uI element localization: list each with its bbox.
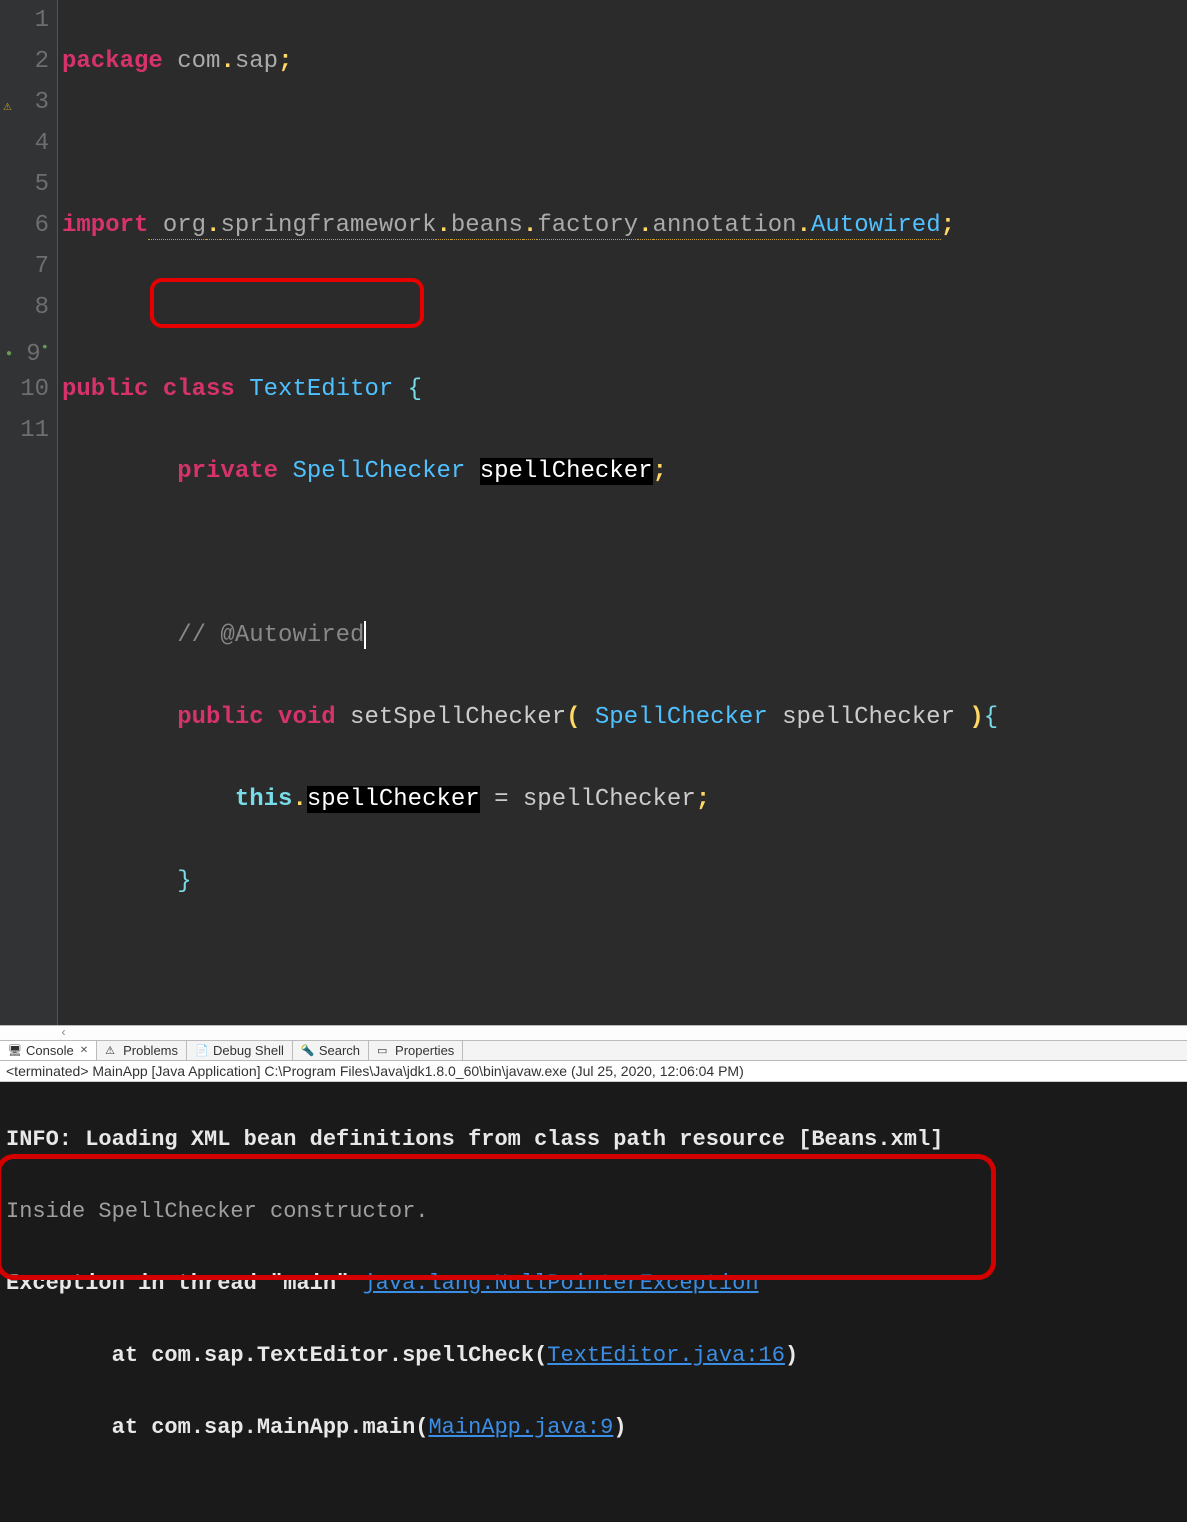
code-line[interactable] — [62, 123, 1187, 164]
code-line[interactable]: import org.springframework.beans.factory… — [62, 205, 1187, 246]
tab-debug-shell[interactable]: 📄 Debug Shell — [187, 1041, 293, 1060]
stacktrace-link[interactable]: MainApp.java:9 — [428, 1415, 613, 1440]
line-number: 1 — [0, 0, 49, 41]
gutter: 1 2 ⚠3 4 5 6 7 8 ●9• 10 11 — [0, 0, 58, 1025]
code-line[interactable]: public void setSpellChecker( SpellChecke… — [62, 697, 1187, 738]
line-number: 7 — [0, 246, 49, 287]
code-line[interactable]: } — [62, 861, 1187, 902]
code-editor[interactable]: 1 2 ⚠3 4 5 6 7 8 ●9• 10 11 package com.s… — [0, 0, 1187, 1025]
console-icon: 🖥 — [8, 1044, 22, 1058]
line-number: ●9• — [0, 328, 49, 369]
console-line: Exception in thread "main" java.lang.Nul… — [6, 1266, 1181, 1302]
code-line[interactable]: package com.sap; — [62, 41, 1187, 82]
line-number: 10 — [0, 369, 49, 410]
console-output[interactable]: INFO: Loading XML bean definitions from … — [0, 1082, 1187, 1522]
problems-icon: ⚠ — [105, 1044, 119, 1058]
console-line: INFO: Loading XML bean definitions from … — [6, 1122, 1181, 1158]
warning-icon: ⚠ — [2, 88, 12, 98]
tab-problems[interactable]: ⚠ Problems — [97, 1041, 187, 1060]
properties-icon: ▭ — [377, 1044, 391, 1058]
console-line: at com.sap.TextEditor.spellCheck(TextEdi… — [6, 1338, 1181, 1374]
console-line: at com.sap.MainApp.main(MainApp.java:9) — [6, 1410, 1181, 1446]
line-number: 8 — [0, 287, 49, 328]
tab-label: Search — [319, 1043, 360, 1058]
line-number: 5 — [0, 164, 49, 205]
debug-shell-icon: 📄 — [195, 1044, 209, 1058]
code-line[interactable]: public class TextEditor { — [62, 369, 1187, 410]
line-number: 6 — [0, 205, 49, 246]
line-number: 2 — [0, 41, 49, 82]
stacktrace-link[interactable]: TextEditor.java:16 — [547, 1343, 785, 1368]
search-icon: 🔦 — [301, 1044, 315, 1058]
tab-properties[interactable]: ▭ Properties — [369, 1041, 463, 1060]
tab-label: Debug Shell — [213, 1043, 284, 1058]
tab-console[interactable]: 🖥 Console ✕ — [0, 1041, 97, 1060]
console-status-line: <terminated> MainApp [Java Application] … — [0, 1061, 1187, 1082]
code-line[interactable]: this.spellChecker = spellChecker; — [62, 779, 1187, 820]
override-icon: ● — [2, 334, 12, 344]
code-line[interactable]: // @Autowired — [62, 615, 1187, 656]
code-line[interactable] — [62, 287, 1187, 328]
text-cursor — [364, 621, 366, 649]
line-number: 11 — [0, 410, 49, 451]
tab-label: Problems — [123, 1043, 178, 1058]
line-number: ⚠3 — [0, 82, 49, 123]
console-line: Inside SpellChecker constructor. — [6, 1194, 1181, 1230]
horizontal-scrollbar[interactable]: ‹ — [0, 1025, 1187, 1040]
line-number: 4 — [0, 123, 49, 164]
bottom-tabs: 🖥 Console ✕ ⚠ Problems 📄 Debug Shell 🔦 S… — [0, 1040, 1187, 1061]
code-content[interactable]: package com.sap; import org.springframew… — [58, 0, 1187, 1025]
exception-link[interactable]: java.lang.NullPointerException — [362, 1271, 758, 1296]
code-line[interactable] — [62, 533, 1187, 574]
tab-label: Properties — [395, 1043, 454, 1058]
tab-label: Console — [26, 1043, 74, 1058]
code-line[interactable]: private SpellChecker spellChecker; — [62, 451, 1187, 492]
close-icon[interactable]: ✕ — [80, 1045, 88, 1056]
tab-search[interactable]: 🔦 Search — [293, 1041, 369, 1060]
